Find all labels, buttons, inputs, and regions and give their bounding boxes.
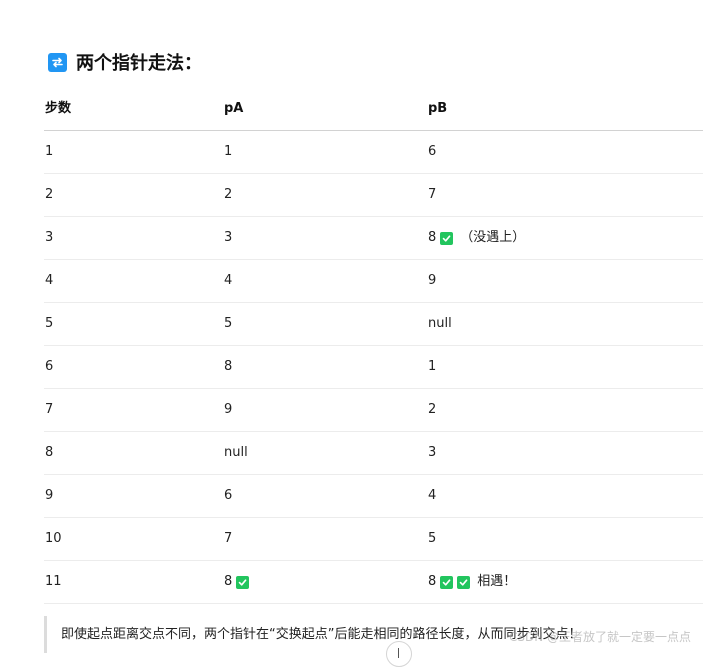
pb-cell: 2 [428, 389, 436, 431]
table-row: 7 9 2 [44, 389, 703, 432]
pb-cell: 8 相遇！ [428, 561, 516, 603]
table-header-row: 步数 pA pB [44, 88, 703, 131]
pb-cell-value: 8 [428, 230, 437, 245]
step-cell: 8 [45, 432, 53, 474]
table-row: 9 6 4 [44, 475, 703, 518]
pa-cell-value: 7 [224, 531, 233, 546]
table-row: 4 4 9 [44, 260, 703, 303]
summary-text: 即使起点距离交点不同，两个指针在“交换起点”后能走相同的路径长度，从而同步到交点… [61, 627, 582, 642]
pb-cell-note: 相遇！ [477, 574, 517, 589]
header-pb: pB [428, 101, 448, 116]
step-cell-value: 7 [45, 402, 54, 417]
step-cell-value: 6 [45, 359, 54, 374]
pa-cell: 2 [224, 174, 232, 216]
pb-cell: 5 [428, 518, 436, 560]
table-body: 1 1 6 2 2 7 3 3 8 （没遇上） 4 4 9 5 5 null 6 8 1 7 9 2 8 null 3 9 6 4 10… [44, 131, 703, 604]
pb-cell: 4 [428, 475, 436, 517]
step-cell: 9 [45, 475, 53, 517]
pa-cell: null [224, 432, 248, 474]
pb-cell-note: （没遇上） [460, 230, 526, 245]
pa-cell-value: 8 [224, 574, 233, 589]
step-cell-value: 4 [45, 273, 54, 288]
pa-cell: 6 [224, 475, 232, 517]
pa-cell: 3 [224, 217, 232, 259]
pa-cell: 8 [224, 561, 250, 603]
check-mark-icon [440, 231, 454, 245]
pb-cell: null [428, 303, 452, 345]
check-mark-icon [440, 575, 454, 589]
pb-cell-value: null [428, 316, 452, 331]
pa-cell-value: 9 [224, 402, 233, 417]
step-cell: 5 [45, 303, 53, 345]
pa-cell: 5 [224, 303, 232, 345]
header-pa: pA [224, 101, 244, 116]
pb-cell: 3 [428, 432, 436, 474]
swap-icon [48, 52, 67, 72]
pa-cell-value: 8 [224, 359, 233, 374]
header-step: 步数 [45, 101, 72, 116]
pa-cell-value: 6 [224, 488, 233, 503]
pb-cell-value: 4 [428, 488, 437, 503]
step-cell-value: 5 [45, 316, 54, 331]
table-row: 10 7 5 [44, 518, 703, 561]
pb-cell-value: 9 [428, 273, 437, 288]
pb-cell-value: 7 [428, 187, 437, 202]
pa-cell: 4 [224, 260, 232, 302]
check-mark-icon [457, 575, 471, 589]
pb-cell: 7 [428, 174, 436, 216]
pb-cell: 9 [428, 260, 436, 302]
table-row: 1 1 6 [44, 131, 703, 174]
step-cell: 4 [45, 260, 53, 302]
pointer-steps-table: 步数 pA pB 1 1 6 2 2 7 3 3 8 （没遇上） 4 4 9 5 5 null 6 8 1 7 9 2 8 n… [44, 88, 703, 604]
section-heading: 两个指针走法： [48, 49, 202, 75]
pa-cell: 8 [224, 346, 232, 388]
pa-cell-value: 3 [224, 230, 233, 245]
step-cell-value: 9 [45, 488, 54, 503]
summary-quote: 即使起点距离交点不同，两个指针在“交换起点”后能走相同的路径长度，从而同步到交点… [44, 616, 581, 653]
step-cell-value: 3 [45, 230, 54, 245]
pb-cell-value: 3 [428, 445, 437, 460]
step-cell-value: 10 [45, 531, 62, 546]
pa-cell: 1 [224, 131, 232, 173]
step-cell-value: 8 [45, 445, 54, 460]
pb-cell-value: 8 [428, 574, 437, 589]
step-cell: 1 [45, 131, 53, 173]
pa-cell-value: 4 [224, 273, 233, 288]
table-row: 8 null 3 [44, 432, 703, 475]
pb-cell-value: 6 [428, 144, 437, 159]
watermark: CSDN @王者放了就一定要一点点 [508, 630, 691, 644]
pb-cell: 6 [428, 131, 436, 173]
section-title: 两个指针走法： [76, 53, 202, 74]
step-cell: 2 [45, 174, 53, 216]
pb-cell-value: 5 [428, 531, 437, 546]
step-cell: 11 [45, 561, 62, 603]
pb-cell-value: 1 [428, 359, 437, 374]
pb-cell: 8 （没遇上） [428, 217, 525, 259]
pa-cell: 9 [224, 389, 232, 431]
step-cell-value: 2 [45, 187, 54, 202]
pb-cell: 1 [428, 346, 436, 388]
table-row: 2 2 7 [44, 174, 703, 217]
table-row: 5 5 null [44, 303, 703, 346]
pa-cell: 7 [224, 518, 232, 560]
table-row: 3 3 8 （没遇上） [44, 217, 703, 260]
pb-cell-value: 2 [428, 402, 437, 417]
text-cursor-indicator [386, 641, 412, 667]
pa-cell-value: 5 [224, 316, 233, 331]
step-cell-value: 1 [45, 144, 54, 159]
table-row: 11 8 8 相遇！ [44, 561, 703, 604]
table-row: 6 8 1 [44, 346, 703, 389]
pa-cell-value: null [224, 445, 248, 460]
pa-cell-value: 2 [224, 187, 233, 202]
step-cell: 6 [45, 346, 53, 388]
pa-cell-value: 1 [224, 144, 233, 159]
step-cell: 10 [45, 518, 62, 560]
step-cell: 3 [45, 217, 53, 259]
check-mark-icon [236, 575, 250, 589]
step-cell-value: 11 [45, 574, 62, 589]
step-cell: 7 [45, 389, 53, 431]
